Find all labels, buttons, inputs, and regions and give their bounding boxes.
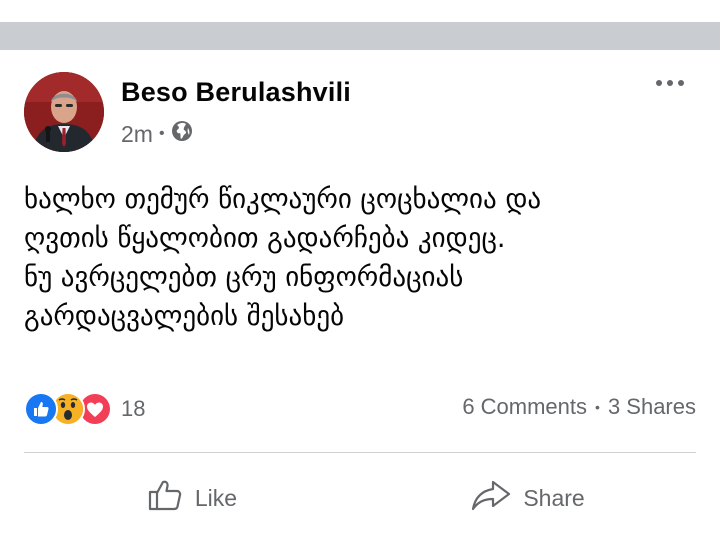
shares-count[interactable]: 3 Shares <box>608 394 696 420</box>
post-actions: Like Share <box>24 470 696 526</box>
thumbs-up-icon <box>147 478 183 518</box>
post-text-line: ხალხო თემურ წიკლაური ცოცხალია და <box>24 184 542 215</box>
avatar-image <box>24 72 104 152</box>
like-button[interactable]: Like <box>24 470 360 526</box>
post-text-line: ღვთის წყალობით გადარჩება კიდეც. <box>24 223 506 254</box>
dot-1 <box>656 80 662 86</box>
counts-separator: • <box>595 399 600 415</box>
post-text: ხალხო თემურ წიკლაური ცოცხალია და ღვთის წ… <box>24 180 704 336</box>
dot-2 <box>667 80 673 86</box>
like-reaction-icon <box>24 392 58 426</box>
author-name[interactable]: Beso Berulashvili <box>121 77 351 108</box>
post-card: Beso Berulashvili 2m • ხალხო თემურ წიკლა… <box>0 50 720 543</box>
feed-separator <box>0 22 720 50</box>
dot-3 <box>678 80 684 86</box>
post-timestamp[interactable]: 2m <box>121 121 153 148</box>
meta-separator: • <box>158 125 165 142</box>
globe-icon[interactable] <box>171 120 193 148</box>
reaction-count: 18 <box>121 396 146 421</box>
engagement-counts: 6 Comments • 3 Shares <box>462 394 696 420</box>
share-arrow-icon <box>471 479 511 517</box>
share-button[interactable]: Share <box>360 470 696 526</box>
avatar[interactable] <box>24 72 104 152</box>
post-text-line: ნუ ავრცელებთ ცრუ ინფორმაციას <box>24 262 464 293</box>
post-text-line: გარდაცვალების შესახებ <box>24 301 345 332</box>
post-meta: 2m • <box>121 120 193 148</box>
share-label: Share <box>523 484 585 511</box>
more-options-icon[interactable] <box>656 80 684 86</box>
post-stats: 18 6 Comments • 3 Shares <box>24 392 696 426</box>
actions-divider <box>24 452 696 453</box>
comments-count[interactable]: 6 Comments <box>462 394 587 420</box>
top-white-strip <box>0 0 720 22</box>
reactions-summary[interactable]: 18 <box>24 392 145 426</box>
like-label: Like <box>194 484 238 511</box>
